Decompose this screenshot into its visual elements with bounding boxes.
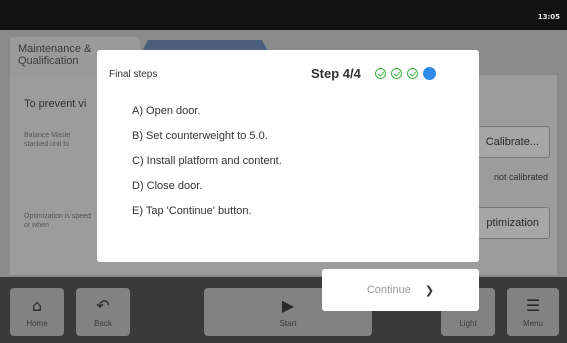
step-item: C) Install platform and content. — [132, 155, 282, 167]
back-arrow-icon: ↶ — [96, 295, 110, 315]
step-current-icon — [423, 67, 436, 80]
back-button[interactable]: ↶ Back — [76, 288, 130, 336]
bottom-nav: ⌂ Home ↶ Back ▶ Start ☼ Light ☰ Menu — [0, 277, 567, 343]
back-label: Back — [94, 318, 112, 328]
home-button[interactable]: ⌂ Home — [10, 288, 64, 336]
menu-button[interactable]: ☰ Menu — [507, 288, 559, 336]
calibration-status: not calibrated — [493, 172, 548, 182]
step-item: B) Set counterweight to 5.0. — [132, 130, 268, 142]
start-label: Start — [279, 318, 297, 328]
chevron-right-icon: ❯ — [424, 283, 435, 297]
dialog-title: Final steps — [109, 69, 158, 80]
final-steps-dialog: Final steps Step 4/4 A) Open door. B) Se… — [97, 50, 479, 262]
continue-label: Continue — [366, 284, 411, 296]
menu-icon: ☰ — [525, 295, 541, 315]
step-item: D) Close door. — [132, 180, 203, 192]
step-complete-icon — [391, 68, 402, 79]
continue-button[interactable]: Continue ❯ — [322, 269, 479, 311]
home-label: Home — [26, 318, 48, 328]
step-item: A) Open door. — [132, 105, 201, 117]
status-bar: 13:05 — [0, 0, 567, 30]
play-icon: ▶ — [281, 295, 295, 315]
step-complete-icon — [375, 68, 386, 79]
light-label: Light — [459, 318, 477, 328]
menu-label: Menu — [522, 318, 543, 328]
step-counter: Step 4/4 — [311, 66, 361, 81]
step-complete-icon — [407, 68, 418, 79]
optimization-description: Optimization is speed or when — [24, 213, 91, 229]
home-icon: ⌂ — [31, 295, 43, 315]
step-progress-indicator — [375, 67, 436, 80]
clock: 13:05 — [537, 13, 560, 21]
step-list: A) Open door. B) Set counterweight to 5.… — [132, 105, 282, 230]
balance-description: Balance Maste stacked unit to — [24, 132, 71, 148]
hint-title: To prevent vi — [24, 98, 87, 110]
step-item: E) Tap 'Continue' button. — [132, 205, 252, 217]
